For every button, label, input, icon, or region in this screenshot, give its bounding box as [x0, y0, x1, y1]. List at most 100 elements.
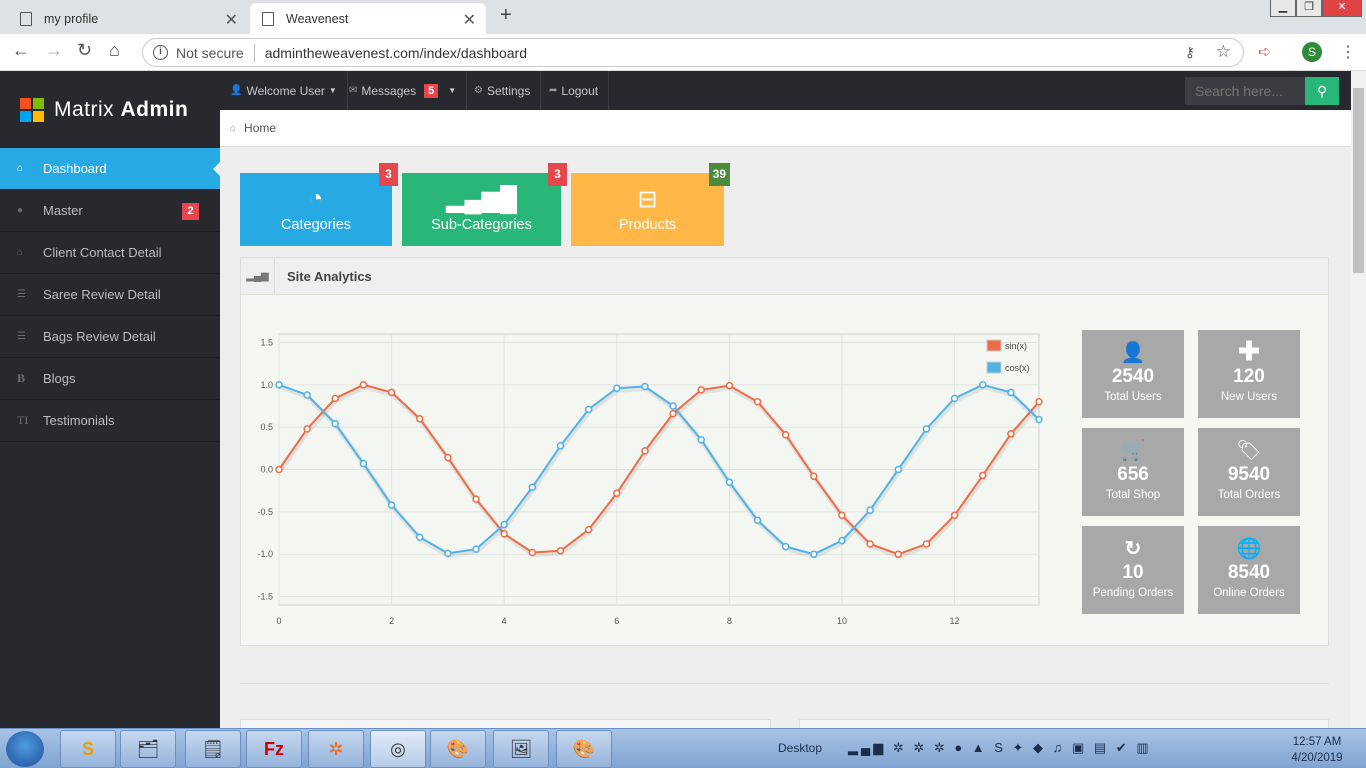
products-tile[interactable]: ⊟ Products 39 [571, 163, 730, 246]
scrollbar-thumb[interactable] [1353, 88, 1364, 273]
breadcrumb: ⌂ Home [220, 110, 1351, 147]
page-icon [262, 11, 274, 26]
new-tab-icon[interactable]: + [500, 4, 512, 27]
tab-title: Weavenest [286, 11, 349, 26]
list-icon: ☰ [17, 331, 26, 342]
data-point [387, 388, 396, 397]
restore-icon[interactable]: ❐ [1296, 0, 1322, 17]
taskbar-clock[interactable]: 12:57 AM 4/20/2019 [1282, 734, 1352, 766]
data-point [275, 465, 283, 474]
search-button[interactable]: ⚲ [1305, 77, 1339, 105]
data-point [838, 536, 846, 545]
breadcrumb-home[interactable]: Home [244, 121, 276, 135]
data-point [781, 431, 790, 439]
paint-taskbar-icon[interactable]: 🎨 [430, 730, 486, 768]
messages-count-badge: 5 [424, 83, 439, 98]
data-point [669, 402, 677, 410]
sidebar-item-bags-review[interactable]: ☰ Bags Review Detail [0, 316, 220, 358]
notepad-taskbar-icon[interactable]: 🗒 [185, 730, 241, 768]
home-button-icon[interactable]: ⌂ [109, 40, 120, 61]
data-point [1007, 430, 1015, 438]
search-input[interactable] [1185, 77, 1305, 105]
file-explorer-taskbar-icon[interactable]: 🗂 [120, 730, 176, 768]
sidebar-item-dashboard[interactable]: ⌂ Dashboard [0, 148, 221, 190]
stat-label: Total Users [1104, 391, 1162, 403]
sidebar-item-master[interactable]: ● Master 2 [0, 190, 220, 232]
data-point [584, 405, 593, 414]
extension-icon[interactable]: ➪ [1258, 42, 1271, 62]
logout-link[interactable]: ➦ Logout [539, 71, 610, 110]
sidebar-item-blogs[interactable]: B Blogs [0, 358, 220, 400]
messages-label: Messages [361, 83, 417, 98]
start-button[interactable] [6, 731, 44, 767]
bookmark-star-icon[interactable]: ☆ [1216, 42, 1231, 62]
brand-logo[interactable]: Matrix Admin [0, 71, 220, 148]
close-tab-icon[interactable]: ✕ [463, 10, 476, 30]
page-scrollbar[interactable] [1351, 71, 1366, 728]
stat-total-users: 👤 2540 Total Users [1082, 330, 1184, 418]
data-point [894, 465, 903, 474]
browser-tab-weavenest[interactable]: Weavenest ✕ [250, 3, 486, 34]
legend-swatch [986, 339, 1002, 352]
paint-taskbar-icon[interactable]: 🎨 [556, 730, 612, 768]
filezilla-taskbar-icon[interactable]: Fz [246, 730, 302, 768]
sidebar: Matrix Admin ⌂ Dashboard ● Master 2 ⌂ Cl… [0, 71, 221, 728]
chrome-taskbar-icon[interactable]: ◎ [370, 730, 426, 768]
reload-icon[interactable]: ↻ [77, 40, 92, 61]
sidebar-item-client-contact[interactable]: ⌂ Client Contact Detail [0, 232, 220, 274]
envelope-icon: ✉ [349, 85, 358, 96]
welcome-user-dropdown[interactable]: 👤 Welcome User ▼ [220, 71, 348, 110]
categories-tile[interactable]: ◔ Categories 3 [240, 163, 398, 246]
legend-swatch [986, 361, 1002, 374]
tab-title: my profile [44, 11, 99, 26]
data-point [613, 384, 621, 392]
data-point [978, 381, 987, 389]
legend-label: sin(x) [1005, 341, 1027, 351]
sidebar-item-label: Saree Review Detail [43, 287, 161, 302]
stat-total-orders: 🏷 9540 Total Orders [1198, 428, 1300, 516]
key-icon[interactable]: ⚷ [1185, 44, 1195, 61]
windows-taskbar: S 🗂 🗒 Fz ✲ ◎ 🎨 🖼 🎨 Desktop ▂▄▆ ✲ ✲ ✲ ● ▲… [0, 728, 1366, 768]
system-tray-icons[interactable]: ▂▄▆ ✲ ✲ ✲ ● ▲ S ✦ ◆ ♫ ▣ ▤ ✔ ▥ [848, 740, 1152, 756]
url-input[interactable]: i Not secure admintheweavenest.com/index… [142, 38, 1244, 67]
settings-link[interactable]: ⚙ Settings [464, 71, 542, 110]
x-tick-label: 2 [389, 616, 394, 626]
browser-tab-my-profile[interactable]: my profile ✕ [8, 3, 248, 34]
browser-menu-icon[interactable]: ⋮ [1340, 42, 1356, 62]
stat-value: 2540 [1111, 366, 1155, 387]
sidebar-item-testimonials[interactable]: TI Testimonials [0, 400, 220, 442]
window-close-icon[interactable]: ✕ [1322, 0, 1362, 17]
messages-dropdown[interactable]: ✉ Messages 5 ▼ [339, 71, 468, 110]
tile-label: Sub-Categories [431, 217, 532, 233]
data-point [725, 381, 734, 390]
x-tick-label: 0 [276, 616, 281, 626]
sublime-text-taskbar-icon[interactable]: S [60, 730, 116, 768]
sidebar-item-saree-review[interactable]: ☰ Saree Review Detail [0, 274, 220, 316]
caret-down-icon: ▼ [448, 86, 457, 95]
logout-label: Logout [561, 83, 599, 98]
y-tick-label: -0.5 [257, 507, 273, 517]
desktop-toolbar-label[interactable]: Desktop [778, 741, 822, 755]
data-point [1007, 388, 1015, 397]
brand-name-bold: Admin [120, 97, 189, 121]
data-point [472, 495, 480, 503]
back-icon[interactable]: ← [12, 40, 30, 61]
stat-new-users: ✚ 120 New Users [1198, 330, 1300, 418]
xampp-taskbar-icon[interactable]: ✲ [308, 730, 364, 768]
sub-categories-tile[interactable]: ▂▄▆█ Sub-Categories 3 [402, 163, 567, 246]
minimize-icon[interactable]: ▁ [1270, 0, 1296, 17]
forward-icon[interactable]: → [45, 40, 63, 61]
app-taskbar-icon[interactable]: 🖼 [493, 730, 549, 768]
stat-value: 9540 [1227, 464, 1271, 485]
profile-avatar[interactable]: S [1302, 42, 1322, 62]
url-text: admintheweavenest.com/index/dashboard [264, 44, 527, 61]
info-icon[interactable]: i [153, 45, 168, 60]
share-icon: ➦ [549, 85, 558, 96]
data-point [331, 394, 340, 403]
cart-icon: 🛒 [1120, 440, 1146, 462]
data-point [303, 425, 311, 433]
sidebar-item-label: Blogs [43, 371, 76, 386]
data-point [838, 511, 846, 519]
tile-badge: 3 [379, 163, 398, 186]
close-tab-icon[interactable]: ✕ [225, 10, 238, 30]
